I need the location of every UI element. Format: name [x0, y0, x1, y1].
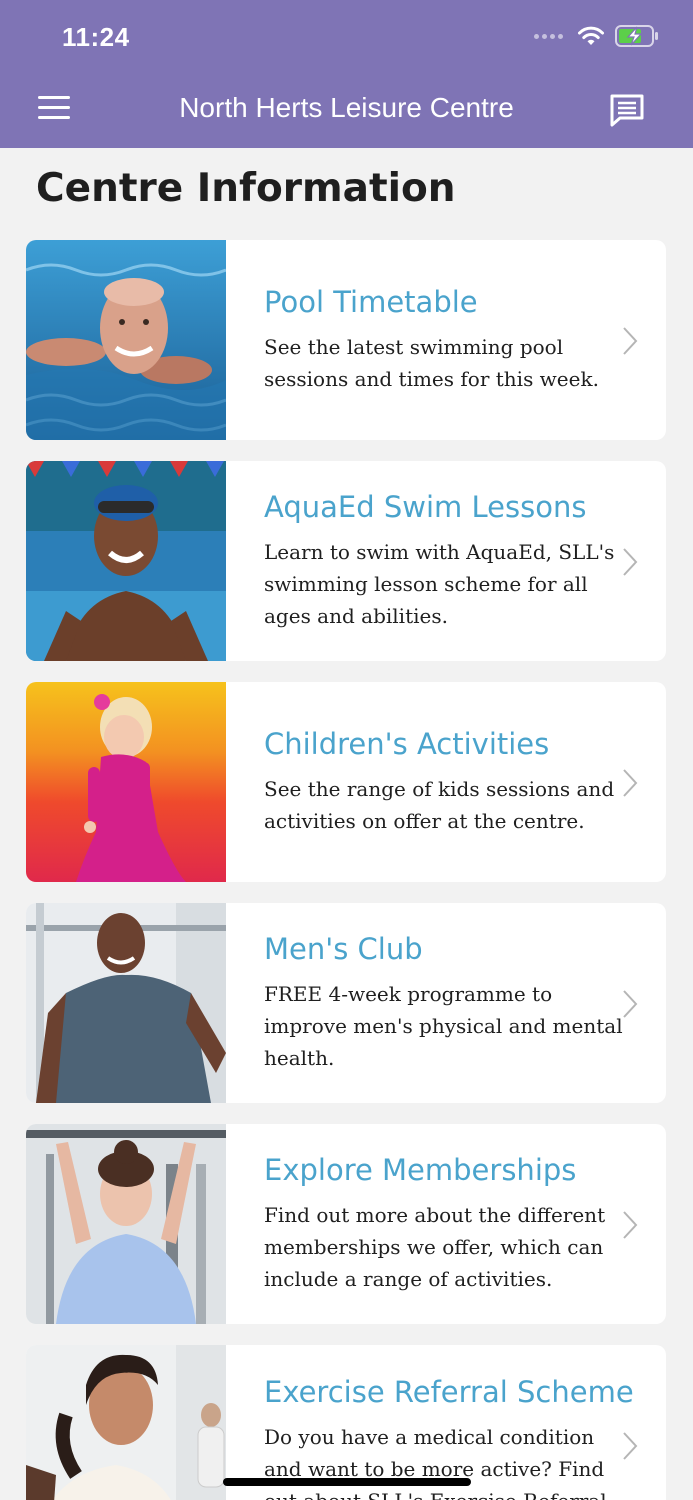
card-aquaed-swim-lessons[interactable]: AquaEd Swim Lessons Learn to swim with A… — [26, 461, 666, 661]
chevron-right-icon — [623, 327, 638, 355]
child-swimmer-photo — [26, 461, 226, 661]
status-icons — [534, 24, 659, 48]
battery-charging-icon — [615, 25, 658, 47]
card-explore-memberships[interactable]: Explore Memberships Find out more about … — [26, 1124, 666, 1324]
page-title: Centre Information — [36, 166, 456, 211]
card-description: See the range of kids sessions and activ… — [264, 777, 615, 833]
chevron-right-icon — [623, 548, 638, 576]
card-title: Men's Club — [264, 932, 423, 966]
card-exercise-referral-scheme[interactable]: Exercise Referral Scheme Do you have a m… — [26, 1345, 666, 1500]
wifi-icon — [578, 26, 604, 45]
card-body: Exercise Referral Scheme Do you have a m… — [264, 1345, 634, 1500]
card-mens-club[interactable]: Men's Club FREE 4-week programme to impr… — [26, 903, 666, 1103]
card-title: AquaEd Swim Lessons — [264, 490, 587, 524]
message-icon[interactable] — [609, 93, 645, 127]
card-title: Explore Memberships — [264, 1153, 577, 1187]
chevron-right-icon — [623, 769, 638, 797]
card-description: FREE 4-week programme to improve men's p… — [264, 982, 623, 1070]
status-time: 11:24 — [62, 22, 130, 52]
toddler-photo — [26, 682, 226, 882]
chevron-right-icon — [623, 990, 638, 1018]
card-description: Do you have a medical condition and want… — [264, 1425, 607, 1500]
card-body: Pool Timetable See the latest swimming p… — [264, 240, 624, 440]
card-pool-timetable[interactable]: Pool Timetable See the latest swimming p… — [26, 240, 666, 440]
card-description: Learn to swim with AquaEd, SLL's swimmin… — [264, 540, 615, 628]
woman-class-photo — [26, 1345, 226, 1500]
card-body: Explore Memberships Find out more about … — [264, 1124, 624, 1324]
card-description: Find out more about the different member… — [264, 1203, 606, 1291]
chevron-right-icon — [623, 1432, 638, 1460]
card-title: Pool Timetable — [264, 285, 478, 319]
app-header: 11:24 North Herts Leisure Centre — [0, 0, 693, 148]
chevron-right-icon — [623, 1211, 638, 1239]
card-body: Children's Activities See the range of k… — [264, 682, 624, 882]
card-title: Exercise Referral Scheme — [264, 1375, 634, 1409]
nav-title: North Herts Leisure Centre — [179, 92, 514, 123]
swimmer-photo — [26, 240, 226, 440]
signal-icon — [534, 33, 563, 39]
card-body: AquaEd Swim Lessons Learn to swim with A… — [264, 461, 624, 661]
card-childrens-activities[interactable]: Children's Activities See the range of k… — [26, 682, 666, 882]
card-title: Children's Activities — [264, 727, 550, 761]
card-body: Men's Club FREE 4-week programme to impr… — [264, 903, 624, 1103]
home-indicator[interactable] — [223, 1478, 471, 1486]
woman-weights-photo — [26, 1124, 226, 1324]
man-gym-photo — [26, 903, 226, 1103]
card-description: See the latest swimming pool sessions an… — [264, 335, 599, 391]
